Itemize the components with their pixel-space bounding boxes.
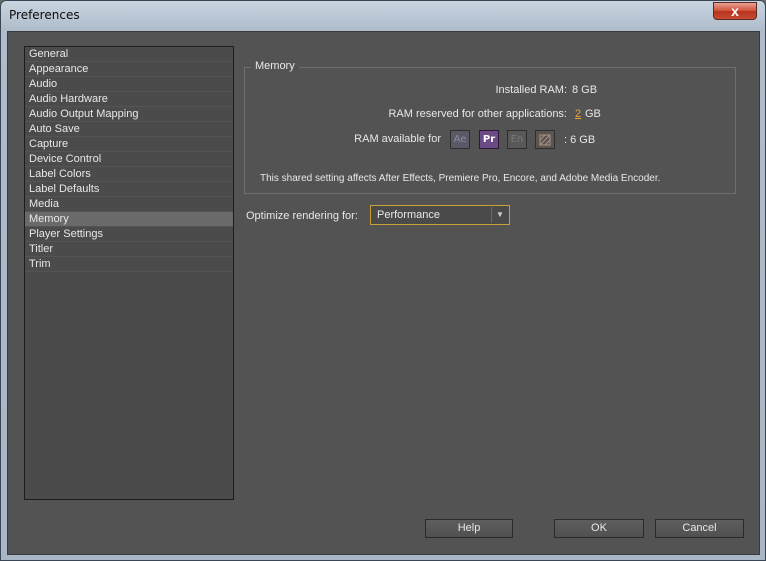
- dialog-body: General Appearance Audio Audio Hardware …: [7, 31, 760, 555]
- window-title: Preferences: [9, 8, 80, 22]
- installed-ram-label: Installed RAM:: [495, 84, 567, 96]
- ram-reserved-value[interactable]: 2: [575, 108, 581, 120]
- optimize-rendering-label: Optimize rendering for:: [246, 210, 358, 222]
- category-item-device-control[interactable]: Device Control: [25, 152, 233, 167]
- after-effects-icon: Ae: [450, 130, 470, 149]
- shared-setting-note: This shared setting affects After Effect…: [260, 173, 661, 184]
- ram-available-value: : 6 GB: [564, 134, 596, 146]
- help-button[interactable]: Help: [425, 519, 513, 538]
- category-item-label-colors[interactable]: Label Colors: [25, 167, 233, 182]
- close-button[interactable]: x: [713, 2, 757, 20]
- category-item-capture[interactable]: Capture: [25, 137, 233, 152]
- encore-icon: En: [507, 130, 527, 149]
- memory-group-label: Memory: [251, 60, 299, 72]
- ram-reserved-label: RAM reserved for other applications:: [388, 108, 567, 120]
- ram-reserved-unit: GB: [585, 108, 601, 120]
- category-item-audio[interactable]: Audio: [25, 77, 233, 92]
- chevron-down-icon[interactable]: ▼: [491, 207, 508, 223]
- category-item-label-defaults[interactable]: Label Defaults: [25, 182, 233, 197]
- memory-group: Memory Installed RAM: 8 GB RAM reserved …: [244, 60, 736, 194]
- installed-ram-value: 8 GB: [572, 84, 598, 96]
- media-encoder-icon: [535, 130, 555, 149]
- optimize-rendering-dropdown[interactable]: Performance ▼: [370, 205, 510, 225]
- category-item-appearance[interactable]: Appearance: [25, 62, 233, 77]
- ram-available-label: RAM available for: [354, 133, 441, 145]
- preferences-window: Preferences x General Appearance Audio A…: [0, 0, 766, 561]
- cancel-button[interactable]: Cancel: [655, 519, 744, 538]
- title-bar[interactable]: Preferences x: [1, 1, 765, 31]
- category-item-trim[interactable]: Trim: [25, 257, 233, 272]
- category-item-memory[interactable]: Memory: [25, 212, 233, 227]
- premiere-pro-icon: Pr: [479, 130, 499, 149]
- ok-button[interactable]: OK: [554, 519, 644, 538]
- close-icon: x: [731, 3, 739, 19]
- optimize-rendering-value: Performance: [377, 209, 440, 221]
- category-list[interactable]: General Appearance Audio Audio Hardware …: [24, 46, 234, 500]
- category-item-player-settings[interactable]: Player Settings: [25, 227, 233, 242]
- category-item-media[interactable]: Media: [25, 197, 233, 212]
- category-item-audio-output-mapping[interactable]: Audio Output Mapping: [25, 107, 233, 122]
- category-item-titler[interactable]: Titler: [25, 242, 233, 257]
- category-item-auto-save[interactable]: Auto Save: [25, 122, 233, 137]
- category-item-audio-hardware[interactable]: Audio Hardware: [25, 92, 233, 107]
- category-item-general[interactable]: General: [25, 47, 233, 62]
